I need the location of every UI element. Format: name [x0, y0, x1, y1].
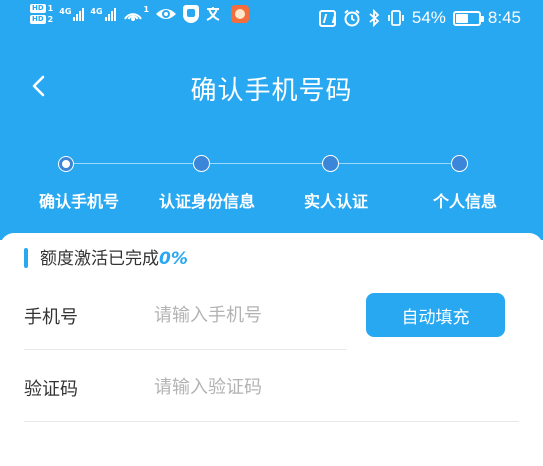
signal-icon: 4G — [90, 7, 116, 21]
phone-input[interactable] — [154, 301, 344, 329]
signal-icon: 4G — [59, 7, 85, 21]
auto-fill-button[interactable]: 自动填充 — [366, 293, 505, 337]
hd1-number: 1 — [47, 4, 54, 13]
sim2-network-label: 4G — [90, 7, 103, 16]
nfc-icon — [318, 9, 336, 27]
battery-icon — [452, 10, 484, 26]
code-label: 验证码 — [24, 379, 78, 400]
step-dot-3 — [322, 155, 339, 172]
progress-indicator-bar — [24, 248, 28, 268]
hd1-badge: HD — [30, 4, 46, 13]
phone-divider — [24, 349, 347, 350]
step-label-3: 实人认证 — [303, 192, 368, 211]
bluetooth-icon — [368, 9, 380, 27]
step-label-4: 个人信息 — [432, 192, 497, 211]
vibrate-icon — [387, 9, 405, 27]
sim1-network-label: 4G — [59, 7, 72, 16]
progress-percent: 0% — [159, 249, 188, 269]
step-label-1: 确认手机号 — [38, 192, 119, 211]
status-right: 54% 8:45 — [318, 8, 521, 28]
translate-icon — [205, 5, 225, 23]
clock-time: 8:45 — [487, 8, 521, 27]
battery-fill — [455, 13, 468, 23]
hd2-number: 2 — [47, 15, 54, 24]
hd-icon: HD 1 HD 2 — [30, 4, 53, 24]
shield-icon — [183, 5, 200, 23]
step-dot-1 — [59, 157, 73, 171]
phone-label: 手机号 — [24, 307, 78, 328]
code-divider — [24, 421, 519, 422]
status-left: HD 1 HD 2 4G 4G 1 — [30, 4, 250, 24]
progress-text: 额度激活已完成0% — [40, 244, 188, 269]
step-label-2: 认证身份信息 — [158, 192, 255, 211]
app-badge-icon — [231, 5, 250, 23]
progress-prefix: 额度激活已完成 — [40, 249, 159, 269]
battery-percent: 54% — [411, 8, 446, 27]
eye-icon — [155, 6, 177, 22]
hd2-badge: HD — [30, 15, 46, 24]
code-input[interactable] — [154, 373, 344, 401]
page-title: 确认手机号码 — [190, 76, 353, 106]
hotspot-count: 1 — [143, 5, 150, 14]
alarm-icon — [343, 9, 361, 27]
step-dot-2 — [193, 155, 210, 172]
status-bar: HD 1 HD 2 4G 4G 1 54% 8:45 — [0, 0, 543, 38]
step-dot-4 — [451, 155, 468, 172]
hotspot-icon: 1 — [122, 5, 150, 23]
steps-connector-line — [66, 163, 460, 164]
